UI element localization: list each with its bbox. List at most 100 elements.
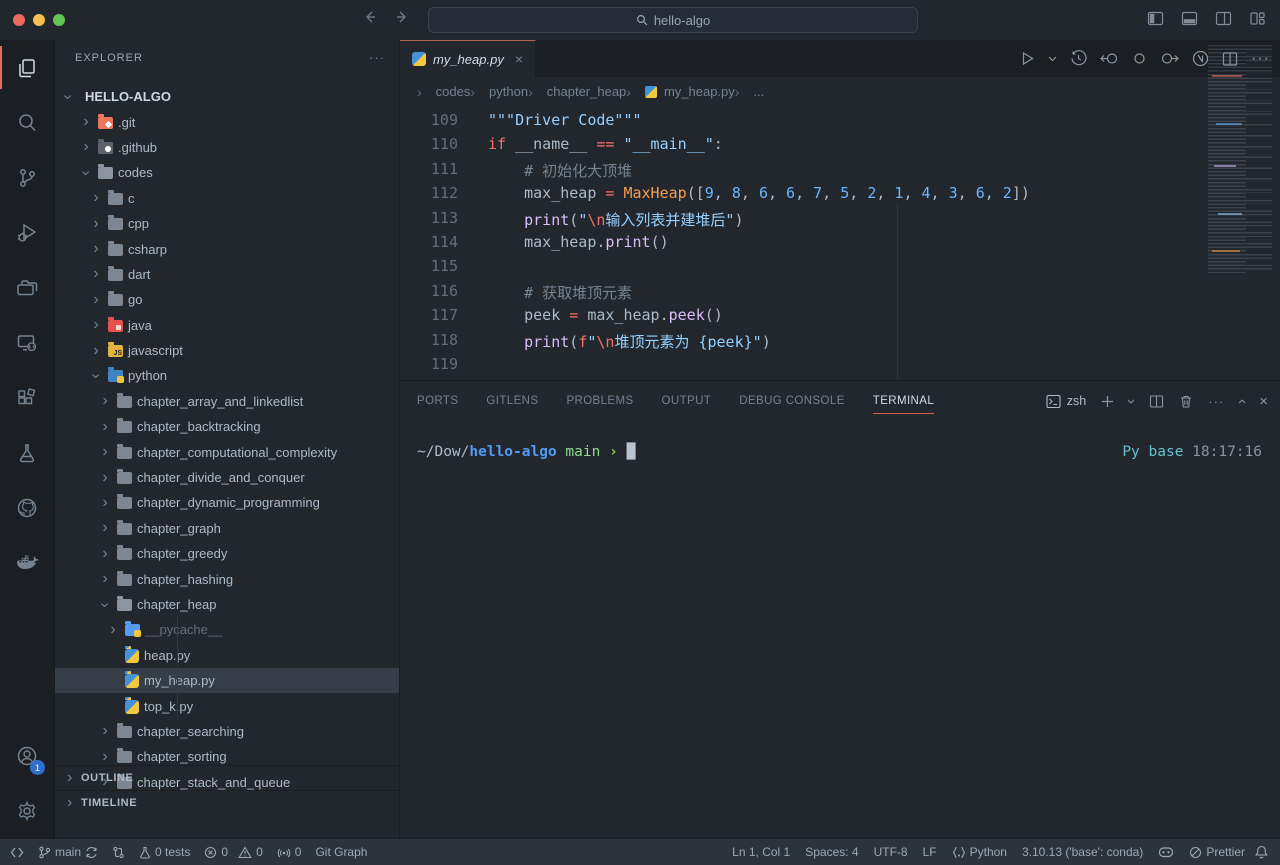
search-icon[interactable]: [0, 95, 54, 150]
panel-more-actions-icon[interactable]: ···: [1208, 394, 1224, 409]
terminal-shell-item[interactable]: zsh: [1046, 394, 1086, 409]
remote-indicator[interactable]: [10, 846, 24, 859]
github-icon[interactable]: [0, 480, 54, 535]
remote-explorer-icon[interactable]: [0, 315, 54, 370]
tree-row[interactable]: top_k.py: [55, 693, 399, 718]
tree-row[interactable]: chapter_divide_and_conquer: [55, 465, 399, 490]
breadcrumb-item[interactable]: › chapter_heap: [528, 84, 626, 100]
panel-tab[interactable]: PORTS: [417, 381, 458, 421]
python-interpreter-item[interactable]: 3.10.13 ('base': conda): [1022, 845, 1143, 859]
breadcrumb-item[interactable]: › python: [470, 84, 528, 100]
tree-row[interactable]: chapter_searching: [55, 719, 399, 744]
run-debug-icon[interactable]: [0, 205, 54, 260]
code-area[interactable]: 109 """Driver Code""" 110 if __name__ ==…: [400, 106, 1280, 380]
tree-row[interactable]: go: [55, 287, 399, 312]
extensions-icon[interactable]: [0, 370, 54, 425]
tree-row[interactable]: javascript: [55, 338, 399, 363]
encoding-item[interactable]: UTF-8: [874, 845, 908, 859]
navigate-forward-icon[interactable]: [394, 9, 410, 25]
tree-row[interactable]: csharp: [55, 236, 399, 261]
tree-row[interactable]: .git: [55, 109, 399, 134]
problems-item[interactable]: 0 0: [204, 845, 262, 859]
timeline-section[interactable]: TIMELINE: [55, 790, 399, 815]
terminal-dropdown-chevron-icon[interactable]: ›: [1123, 399, 1140, 404]
close-window-button[interactable]: [13, 14, 25, 26]
panel-tab[interactable]: GITLENS: [486, 381, 538, 421]
gitlens-forward-icon[interactable]: [1160, 51, 1179, 66]
tab-my-heap[interactable]: my_heap.py ×: [400, 40, 536, 77]
tree-row[interactable]: codes: [55, 160, 399, 185]
copilot-icon[interactable]: [1158, 845, 1174, 859]
feedback-item[interactable]: 0: [277, 845, 302, 859]
tree-row[interactable]: chapter_array_and_linkedlist: [55, 389, 399, 414]
tree-row[interactable]: chapter_hashing: [55, 566, 399, 591]
kill-terminal-trash-icon[interactable]: [1179, 394, 1193, 409]
timeline-history-icon[interactable]: [1070, 50, 1087, 67]
tree-row[interactable]: c: [55, 186, 399, 211]
tree-row[interactable]: chapter_backtracking: [55, 414, 399, 439]
tree-row[interactable]: dart: [55, 262, 399, 287]
toggle-panel-icon[interactable]: [1181, 10, 1198, 27]
customize-layout-icon[interactable]: [1249, 10, 1266, 27]
cursor-position-item[interactable]: Ln 1, Col 1: [732, 845, 790, 859]
tree-row[interactable]: java: [55, 313, 399, 338]
tests-item[interactable]: 0 tests: [139, 845, 190, 859]
git-branch-item[interactable]: main: [38, 845, 98, 859]
file-folders-icon[interactable]: [0, 260, 54, 315]
prettier-item[interactable]: Prettier: [1189, 845, 1245, 859]
close-tab-icon[interactable]: ×: [515, 51, 523, 67]
testing-icon[interactable]: [0, 425, 54, 480]
maximize-panel-chevron-icon[interactable]: ›: [1233, 399, 1250, 404]
zoom-window-button[interactable]: [53, 14, 65, 26]
git-compare-item[interactable]: [112, 846, 125, 859]
language-mode-item[interactable]: Python: [952, 845, 1007, 859]
tree-row[interactable]: chapter_dynamic_programming: [55, 490, 399, 515]
settings-gear-icon[interactable]: [0, 783, 54, 838]
explorer-more-actions-icon[interactable]: ···: [369, 50, 385, 65]
tree-row[interactable]: .github: [55, 135, 399, 160]
docker-icon[interactable]: [0, 535, 54, 590]
tree-row[interactable]: chapter_heap: [55, 592, 399, 617]
terminal-content[interactable]: ~/Dow/hello-algo main › █ Py base 18:17:…: [417, 444, 1262, 460]
code-text: # 获取堆顶元素: [458, 282, 632, 306]
tree-row[interactable]: HELLO-ALGO: [55, 84, 399, 109]
breadcrumb-item[interactable]: › codes: [417, 84, 470, 100]
tree-row[interactable]: chapter_computational_complexity: [55, 439, 399, 464]
toggle-secondary-sidebar-icon[interactable]: [1215, 10, 1232, 27]
outline-section[interactable]: OUTLINE: [55, 765, 399, 790]
tree-row[interactable]: chapter_graph: [55, 516, 399, 541]
breadcrumb-item[interactable]: › my_heap.py: [626, 84, 735, 100]
toggle-primary-sidebar-icon[interactable]: [1147, 10, 1164, 27]
tree-row[interactable]: python: [55, 363, 399, 388]
minimap[interactable]: [1208, 45, 1272, 273]
explorer-icon[interactable]: [0, 40, 54, 95]
git-graph-item[interactable]: Git Graph: [315, 845, 367, 859]
panel-tab[interactable]: OUTPUT: [662, 381, 712, 421]
tree-row-label: chapter_divide_and_conquer: [137, 470, 305, 485]
run-dropdown-chevron-icon[interactable]: [1048, 54, 1057, 63]
tree-row[interactable]: cpp: [55, 211, 399, 236]
accounts-icon[interactable]: 1: [0, 728, 54, 783]
tree-row[interactable]: chapter_greedy: [55, 541, 399, 566]
source-control-icon[interactable]: [0, 150, 54, 205]
indentation-item[interactable]: Spaces: 4: [805, 845, 858, 859]
split-terminal-icon[interactable]: [1149, 394, 1164, 409]
tree-row[interactable]: heap.py: [55, 643, 399, 668]
tree-row[interactable]: my_heap.py: [55, 668, 399, 693]
close-panel-icon[interactable]: ×: [1259, 393, 1268, 410]
gitlens-graph-icon[interactable]: [1192, 50, 1209, 67]
eol-item[interactable]: LF: [923, 845, 937, 859]
gitlens-commit-icon[interactable]: [1132, 51, 1147, 66]
navigate-back-icon[interactable]: [362, 9, 378, 25]
panel-tab[interactable]: TERMINAL: [873, 381, 934, 421]
breadcrumb-item[interactable]: › ...: [735, 84, 765, 100]
command-center-search[interactable]: hello-algo: [428, 7, 918, 33]
run-python-file-button[interactable]: [1020, 51, 1035, 66]
minimize-window-button[interactable]: [33, 14, 45, 26]
panel-tab[interactable]: PROBLEMS: [566, 381, 633, 421]
gitlens-back-icon[interactable]: [1100, 51, 1119, 66]
notifications-bell-icon[interactable]: [1255, 845, 1268, 859]
tree-row[interactable]: __pycache__: [55, 617, 399, 642]
new-terminal-icon[interactable]: [1101, 395, 1114, 408]
panel-tab[interactable]: DEBUG CONSOLE: [739, 381, 845, 421]
